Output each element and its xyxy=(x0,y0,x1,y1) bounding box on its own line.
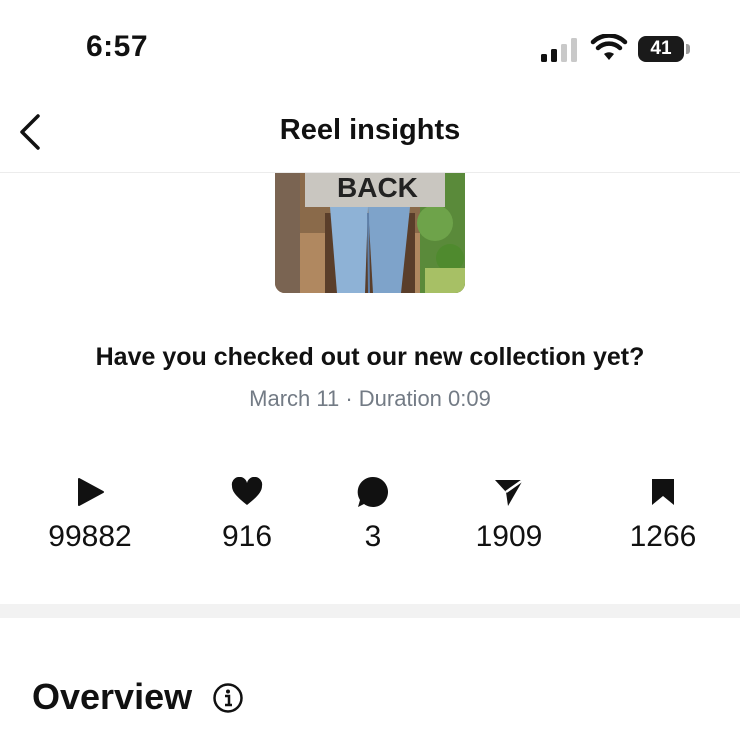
status-time: 6:57 xyxy=(86,30,149,63)
stat-value: 99882 xyxy=(48,520,132,553)
cellular-signal-icon xyxy=(541,38,577,62)
battery-icon: 41 xyxy=(638,36,692,64)
stat-shares: 1909 xyxy=(434,470,584,554)
thumbnail-text: BACK xyxy=(337,173,418,203)
page-title: Reel insights xyxy=(279,114,461,146)
stat-plays: 99882 xyxy=(15,470,165,554)
info-icon[interactable] xyxy=(212,682,244,714)
wifi-icon xyxy=(590,34,628,60)
stat-comments: 3 xyxy=(298,470,448,554)
reel-caption: Have you checked out our new collection … xyxy=(95,343,645,371)
battery-level: 41 xyxy=(638,36,684,62)
nav-bar: Reel insights xyxy=(0,100,740,173)
status-bar: 6:57 41 xyxy=(0,0,740,100)
reel-thumbnail[interactable]: BACK xyxy=(275,173,465,293)
reel-meta: March 11 · Duration 0:09 xyxy=(249,386,491,411)
bookmark-icon xyxy=(652,479,674,505)
play-icon xyxy=(78,478,104,506)
send-icon xyxy=(495,478,524,506)
stat-value: 1266 xyxy=(629,520,697,553)
section-divider xyxy=(0,604,740,618)
overview-heading: Overview xyxy=(32,676,193,717)
stat-value: 3 xyxy=(364,520,382,553)
comment-icon xyxy=(357,476,388,507)
heart-icon xyxy=(231,477,263,505)
stat-value: 1909 xyxy=(475,520,543,553)
stat-saves: 1266 xyxy=(588,470,738,554)
